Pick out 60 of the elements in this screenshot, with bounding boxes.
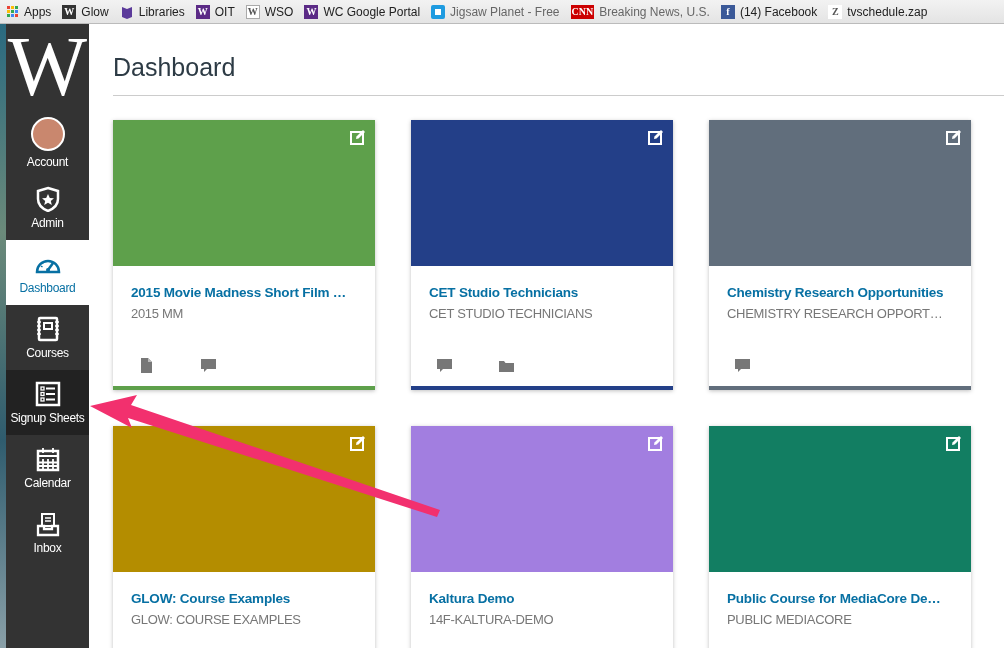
course-code: PUBLIC MEDIACORE [727,612,853,627]
bookmark-link[interactable]: W WC Google Portal [304,4,421,19]
bookmark-link[interactable]: W Glow [62,4,109,19]
course-code: GLOW: COURSE EXAMPLES [131,612,302,627]
letter-icon: W [62,4,77,19]
sidebar-item[interactable]: Dashboard [6,240,89,305]
sidebar-item[interactable]: Inbox [6,500,89,565]
puzzle-icon [431,4,446,19]
sidebar-item[interactable]: Calendar [6,435,89,500]
course-code: CHEMISTRY RESEARCH OPPORT… [727,306,944,321]
notebook-icon [34,315,61,342]
course-title-link[interactable]: Kaltura Demo [429,591,655,606]
sidebar-item[interactable]: Admin [6,175,89,240]
course-card[interactable]: GLOW: Course Examples GLOW: COURSE EXAMPLES [113,426,375,648]
page-title: Dashboard [113,24,1004,96]
letter-icon: f [720,4,735,19]
bookmark-link[interactable]: Jigsaw Planet - Free [431,4,560,19]
bookmark-link[interactable]: W WSO [245,4,294,19]
course-code: CET STUDIO TECHNICIANS [429,306,594,321]
bookmark-link[interactable]: Apps [6,4,52,19]
letter-icon: W [195,4,210,19]
speech-bubble-icon[interactable] [734,357,751,374]
bookmark-link[interactable]: Libraries [119,4,185,19]
course-card[interactable]: Chemistry Research Opportunities CHEMISTRY RESEARCH OPPORT… [709,120,971,390]
calendar-icon [34,445,61,472]
course-title-link[interactable]: 2015 Movie Madness Short Film … [131,285,357,300]
course-title-link[interactable]: Public Course for MediaCore De… [727,591,953,606]
course-code: 14F-KALTURA-DEMO [429,612,555,627]
bookmark-link[interactable]: Z tvschedule.zap [828,4,928,19]
speech-bubble-icon[interactable] [200,357,217,374]
course-card[interactable]: 2015 Movie Madness Short Film … 2015 MM [113,120,375,390]
letter-icon: W [304,4,319,19]
inbox-tray-icon [34,510,61,537]
edit-icon[interactable] [648,129,664,145]
course-title-link[interactable]: Chemistry Research Opportunities [727,285,953,300]
document-icon[interactable] [138,357,155,374]
bookmark-link[interactable]: f (14) Facebook [720,4,818,19]
sidebar-item[interactable]: Courses [6,305,89,370]
course-card[interactable]: CET Studio Technicians CET STUDIO TECHNICIANS [411,120,673,390]
edit-icon[interactable] [946,129,962,145]
shield-star-icon [34,185,61,212]
bookmark-link[interactable]: W OIT [195,4,235,19]
letter-icon: Z [828,4,843,19]
letter-icon: CNN [570,4,595,19]
course-title-link[interactable]: CET Studio Technicians [429,285,655,300]
edit-icon[interactable] [946,435,962,451]
sidebar-item[interactable]: Signup Sheets [6,370,89,435]
speech-bubble-icon[interactable] [436,357,453,374]
course-card[interactable]: Public Course for MediaCore De… PUBLIC MEDIACORE [709,426,971,648]
bookmark-link[interactable]: CNN Breaking News, U.S. [570,4,710,19]
book-icon [119,4,134,19]
course-code: 2015 MM [131,306,185,321]
sidebar-item[interactable]: Account [6,110,89,175]
course-title-link[interactable]: GLOW: Course Examples [131,591,357,606]
apps-grid-icon [6,5,19,18]
course-card[interactable]: Kaltura Demo 14F-KALTURA-DEMO [411,426,673,648]
letter-icon: W [245,4,260,19]
avatar-icon [30,116,65,151]
logo[interactable]: W [6,24,89,110]
checklist-icon [34,380,61,407]
